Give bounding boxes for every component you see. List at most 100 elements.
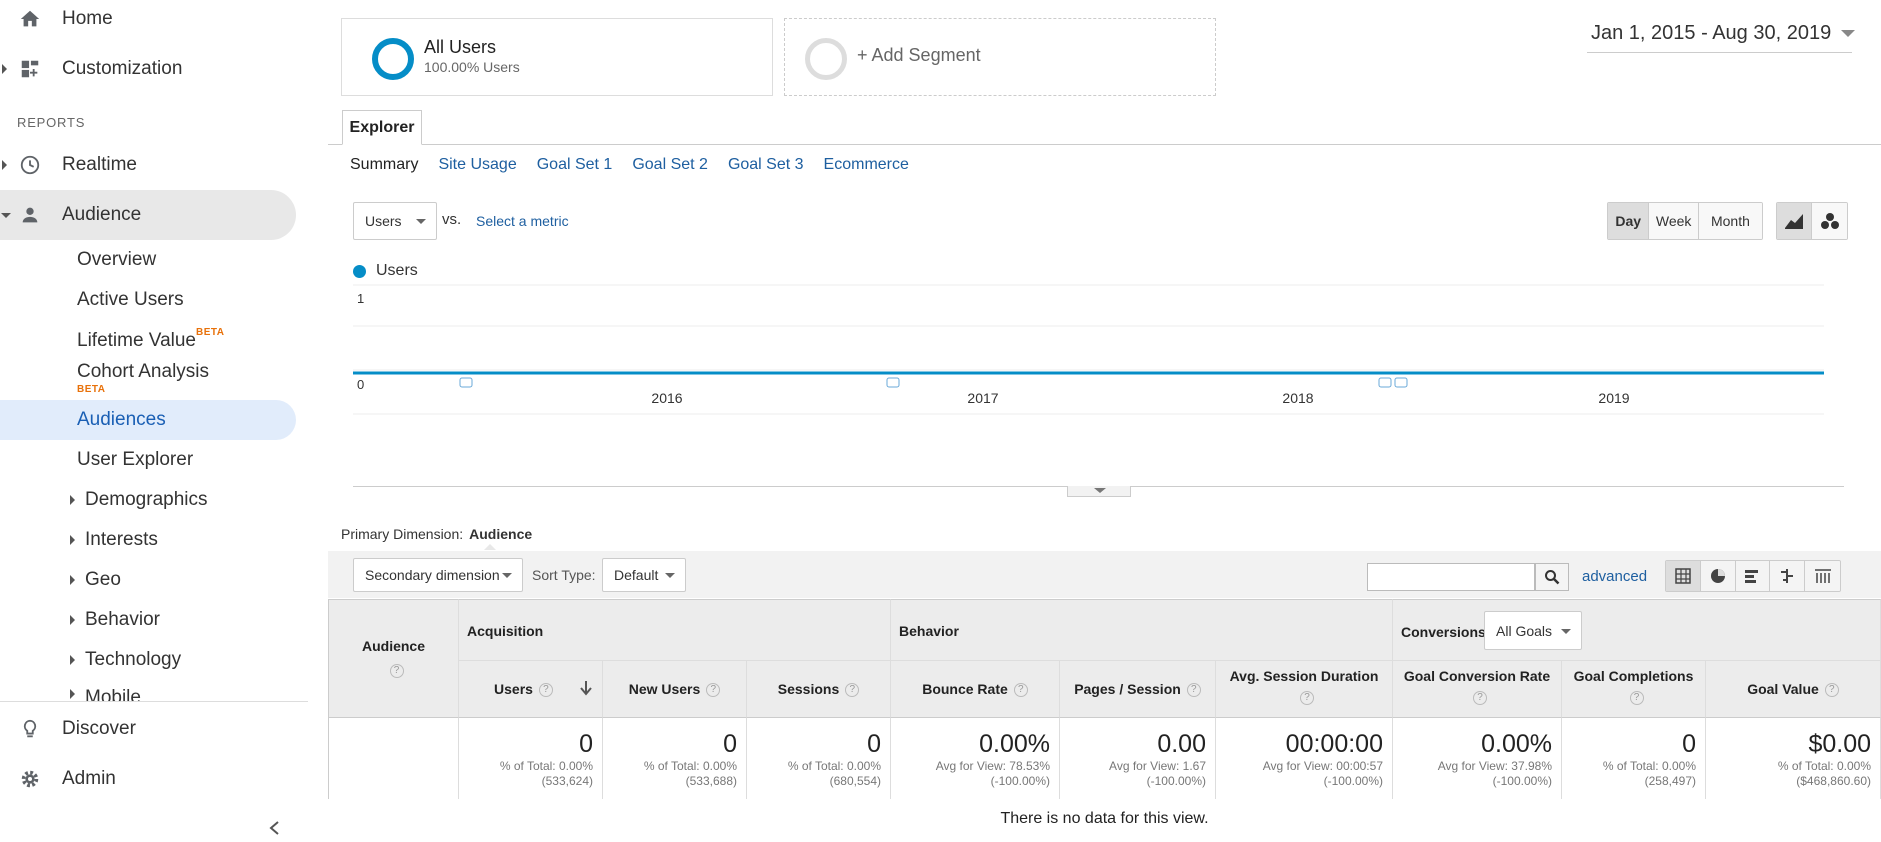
annotation-icon <box>459 377 473 388</box>
subtab-goal-set-1[interactable]: Goal Set 1 <box>537 156 613 174</box>
goals-select[interactable]: All Goals <box>1484 611 1582 650</box>
help-icon[interactable]: ? <box>706 683 721 698</box>
x-tick-label: 2016 <box>651 390 682 406</box>
sidebar-item-technology[interactable]: Technology <box>0 640 296 680</box>
nav-discover[interactable]: Discover <box>0 704 296 754</box>
column-header-goal-value[interactable]: Goal Value? <box>1706 660 1881 717</box>
help-icon[interactable]: ? <box>1300 691 1314 706</box>
column-header-bounce-rate[interactable]: Bounce Rate? <box>891 660 1060 717</box>
caret-down-icon <box>1 212 11 218</box>
sidebar-item-geo[interactable]: Geo <box>0 560 296 600</box>
metric-select[interactable]: Users <box>353 202 437 240</box>
subtab-summary[interactable]: Summary <box>350 156 418 174</box>
add-segment-button[interactable]: + Add Segment <box>784 18 1216 96</box>
help-icon[interactable]: ? <box>329 662 458 679</box>
table-search-input[interactable] <box>1367 563 1535 591</box>
gear-icon <box>18 767 42 791</box>
column-header-pages-session[interactable]: Pages / Session? <box>1060 660 1216 717</box>
help-icon[interactable]: ? <box>1824 683 1839 698</box>
advanced-filter-link[interactable]: advanced <box>1582 568 1647 585</box>
sidebar-item-label: Technology <box>85 649 182 670</box>
total-sub: (-100.00%) <box>1146 774 1206 788</box>
month-button[interactable]: Month <box>1698 203 1762 239</box>
column-header-users[interactable]: Users? <box>459 660 603 717</box>
help-icon[interactable]: ? <box>538 683 553 698</box>
y-tick-label: 1 <box>357 291 364 306</box>
nav-audience-label: Audience <box>62 204 142 225</box>
caret-right-icon <box>70 495 75 505</box>
sidebar-item-interests[interactable]: Interests <box>0 520 296 560</box>
nav-admin[interactable]: Admin <box>0 754 296 804</box>
performance-view-button[interactable] <box>1735 561 1771 591</box>
sort-type-select[interactable]: Default <box>602 558 686 592</box>
nav-audience[interactable]: Audience <box>0 190 296 240</box>
column-header-sessions[interactable]: Sessions? <box>747 660 891 717</box>
select-metric-link[interactable]: Select a metric <box>476 213 569 229</box>
column-header-goal-completions[interactable]: Goal Completions? <box>1562 660 1706 717</box>
secondary-dimension-select[interactable]: Secondary dimension <box>353 558 523 592</box>
nav-home[interactable]: Home <box>0 0 296 44</box>
date-range-picker[interactable]: Jan 1, 2015 - Aug 30, 2019 <box>1591 22 1856 45</box>
subtab-goal-set-3[interactable]: Goal Set 3 <box>728 156 804 174</box>
line-chart-icon <box>1785 214 1803 229</box>
collapse-sidebar-icon[interactable] <box>268 820 282 841</box>
caret-right-icon <box>70 615 75 625</box>
primary-dimension: Primary Dimension: Audience <box>341 526 532 542</box>
comparison-icon <box>1781 569 1794 583</box>
segment-title: All Users <box>424 37 497 57</box>
help-icon[interactable]: ? <box>1629 691 1644 706</box>
data-view-button[interactable] <box>1666 561 1701 591</box>
subtab-ecommerce[interactable]: Ecommerce <box>824 156 909 174</box>
sidebar-item-overview[interactable]: Overview <box>0 240 296 280</box>
total-cell-goal-value: $0.00% of Total: 0.00% ($468,860.60) <box>1706 717 1881 799</box>
sidebar-item-label: Mobile <box>85 687 141 702</box>
column-header-avg-session-duration[interactable]: Avg. Session Duration? <box>1216 660 1393 717</box>
total-sub: Avg for View: 37.98% <box>1437 759 1552 773</box>
sidebar-item-demographics[interactable]: Demographics <box>0 480 296 520</box>
sidebar-item-label: Demographics <box>85 489 208 510</box>
total-sub: (-100.00%) <box>990 774 1050 788</box>
motion-chart-button[interactable] <box>1812 203 1847 239</box>
sidebar-item-cohort-analysis[interactable]: Cohort Analysis BETA <box>0 355 296 401</box>
nav-customization[interactable]: Customization <box>0 44 296 94</box>
column-header-goal-conversion-rate[interactable]: Goal Conversion Rate? <box>1393 660 1562 717</box>
pivot-view-button[interactable] <box>1805 561 1840 591</box>
help-icon[interactable]: ? <box>845 683 860 698</box>
help-icon[interactable]: ? <box>1473 691 1487 706</box>
primary-dimension-value[interactable]: Audience <box>469 526 532 542</box>
acquisition-group-header: Acquisition <box>459 599 891 660</box>
column-label: Bounce Rate <box>922 681 1008 697</box>
week-button[interactable]: Week <box>1649 203 1699 239</box>
percentage-view-button[interactable] <box>1700 561 1736 591</box>
help-icon[interactable]: ? <box>1013 683 1028 698</box>
chart-drawer-toggle[interactable] <box>1067 486 1131 497</box>
conversions-label: Conversions <box>1401 624 1486 640</box>
total-sub: ($468,860.60) <box>1796 774 1871 788</box>
help-icon[interactable]: ? <box>1186 683 1201 698</box>
subtab-goal-set-2[interactable]: Goal Set 2 <box>632 156 708 174</box>
sidebar-item-audiences[interactable]: Audiences <box>0 400 296 440</box>
tab-explorer[interactable]: Explorer <box>342 110 422 145</box>
comparison-view-button[interactable] <box>1770 561 1806 591</box>
sidebar-item-behavior[interactable]: Behavior <box>0 600 296 640</box>
sidebar-item-lifetime-value[interactable]: Lifetime ValueBETA <box>0 320 296 360</box>
goals-select-value: All Goals <box>1496 622 1553 639</box>
segment-all-users[interactable]: All Users 100.00% Users <box>341 18 773 96</box>
chevron-down-icon <box>502 573 512 578</box>
total-sub: (533,624) <box>541 774 593 788</box>
day-button[interactable]: Day <box>1608 203 1650 239</box>
total-cell-goal-completions: 0% of Total: 0.00% (258,497) <box>1562 717 1706 799</box>
line-chart-button[interactable] <box>1777 203 1813 239</box>
subtab-site-usage[interactable]: Site Usage <box>438 156 516 174</box>
sidebar-item-label: Interests <box>85 529 158 550</box>
sidebar-item-mobile[interactable]: Mobile <box>0 680 296 702</box>
segment-subtitle: 100.00% Users <box>424 59 520 75</box>
sidebar-item-user-explorer[interactable]: User Explorer <box>0 440 296 480</box>
grid-icon <box>1675 568 1691 584</box>
chevron-down-icon <box>416 219 426 224</box>
caret-right-icon <box>70 689 75 699</box>
nav-realtime[interactable]: Realtime <box>0 140 296 190</box>
column-header-new-users[interactable]: New Users? <box>603 660 747 717</box>
search-button[interactable] <box>1535 563 1569 591</box>
sidebar-item-active-users[interactable]: Active Users <box>0 280 296 320</box>
